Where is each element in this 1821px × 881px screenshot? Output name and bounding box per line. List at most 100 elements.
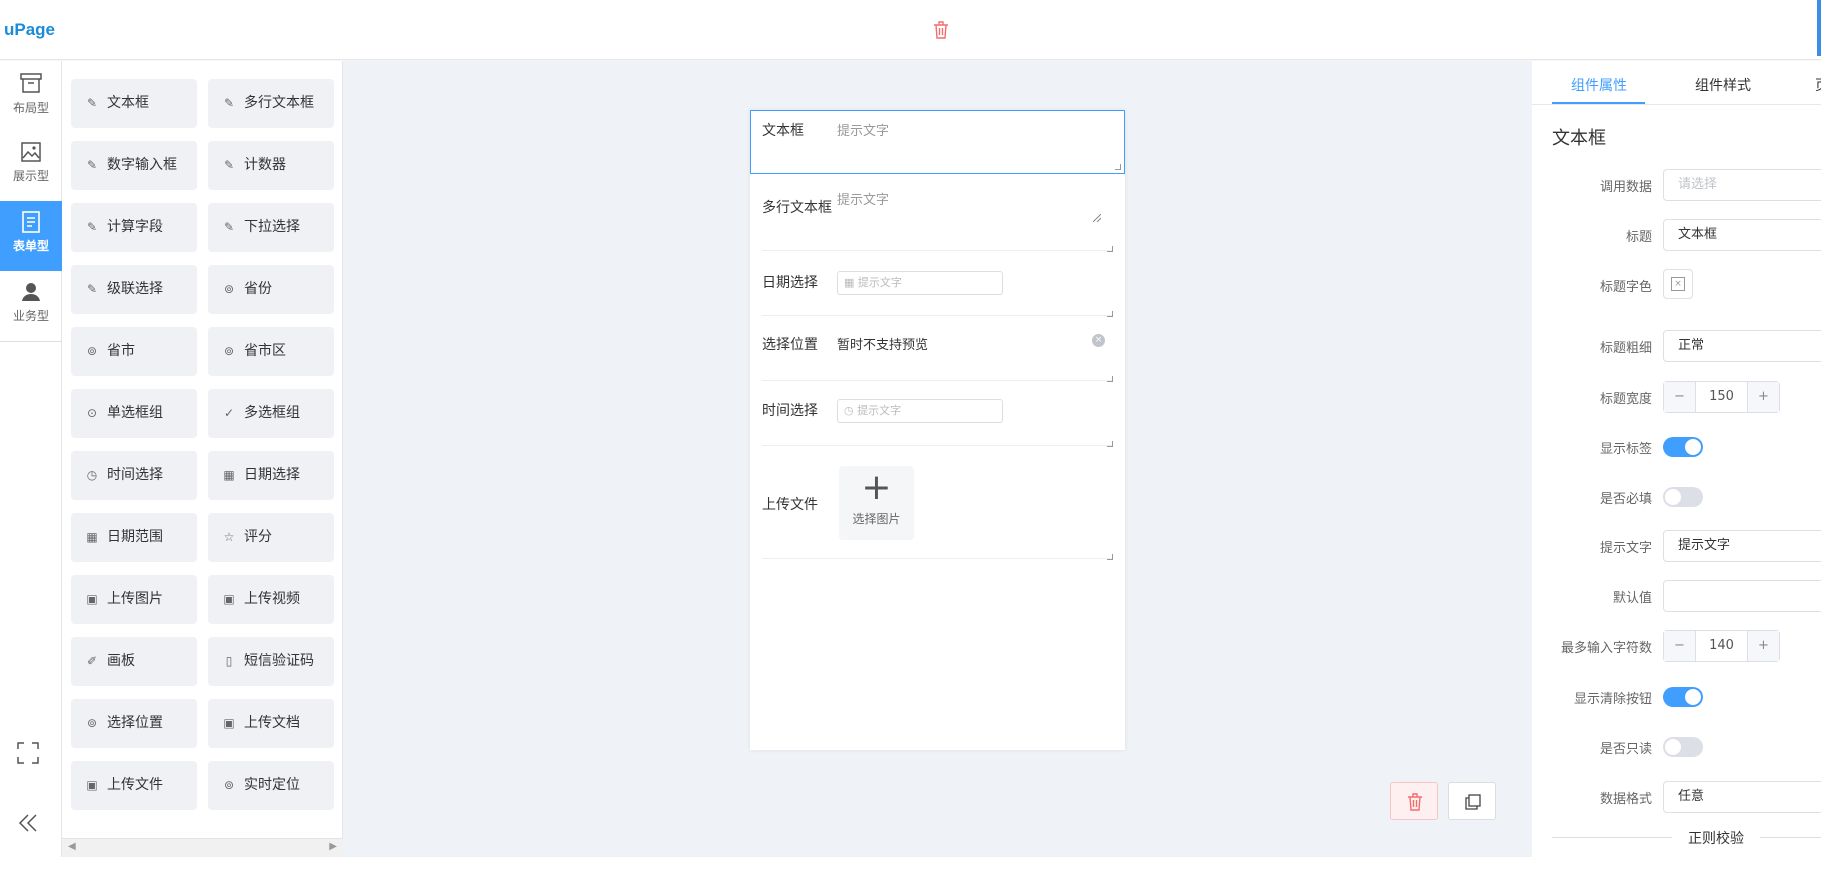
decrement-button[interactable]: − — [1664, 631, 1696, 661]
prop-data-source: 调用数据 请选择 — [1532, 169, 1821, 201]
tab-component-props[interactable]: 组件属性 — [1571, 75, 1627, 95]
image-icon: ▣ — [86, 778, 98, 792]
data-source-select[interactable]: 请选择 — [1663, 169, 1821, 201]
nav-form[interactable]: 表单型 — [0, 201, 62, 271]
fullscreen-icon[interactable] — [16, 741, 40, 765]
form-row-textarea[interactable]: 多行文本框 提示文字 — [762, 174, 1113, 252]
field-placeholder[interactable]: 提示文字 — [837, 120, 889, 139]
field-placeholder[interactable]: 提示文字 — [837, 189, 889, 208]
nav-divider — [0, 341, 62, 342]
category-nav: 布局型 展示型 表单型 业务型 — [0, 61, 62, 857]
clear-icon[interactable]: × — [1092, 334, 1105, 347]
default-value-input[interactable] — [1663, 580, 1821, 612]
increment-button[interactable]: + — [1747, 382, 1779, 412]
palette-item-upload-image[interactable]: ▣ 上传图片 — [71, 575, 197, 624]
palette-item-canvas[interactable]: ✐ 画板 — [71, 637, 197, 686]
palette-item-live-location[interactable]: ⊚ 实时定位 — [208, 761, 334, 810]
data-format-select[interactable]: 任意 — [1663, 781, 1821, 813]
picture-icon — [21, 142, 41, 162]
palette-item-number[interactable]: ✎ 数字输入框 — [71, 141, 197, 190]
title-weight-select[interactable]: 正常 — [1663, 330, 1821, 362]
resize-handle[interactable] — [1107, 554, 1113, 560]
decrement-button[interactable]: − — [1664, 382, 1696, 412]
nav-layout[interactable]: 布局型 — [0, 61, 62, 131]
time-input[interactable]: ◷ 提示文字 — [837, 399, 1003, 423]
copy-button[interactable] — [1448, 782, 1496, 820]
title-color-picker[interactable]: × — [1663, 269, 1693, 299]
palette-item-textarea[interactable]: ✎ 多行文本框 — [208, 79, 334, 128]
star-icon: ☆ — [223, 530, 235, 544]
phone-icon: ▯ — [225, 654, 233, 668]
calendar-icon: ▦ — [844, 276, 855, 289]
field-label: 时间选择 — [762, 403, 818, 419]
empty-color-icon: × — [1671, 277, 1685, 291]
regex-section-divider: 正则校验 — [1552, 828, 1821, 848]
palette-item-upload-doc[interactable]: ▣ 上传文档 — [208, 699, 334, 748]
form-row-date[interactable]: 日期选择 ▦ 提示文字 — [762, 251, 1113, 317]
map-pin-icon: ⊚ — [86, 716, 98, 730]
palette-item-radio-group[interactable]: ⊙ 单选框组 — [71, 389, 197, 438]
palette-item-checkbox-group[interactable]: ✓ 多选框组 — [208, 389, 334, 438]
increment-button[interactable]: + — [1747, 631, 1779, 661]
date-input[interactable]: ▦ 提示文字 — [837, 271, 1003, 295]
field-label: 日期选择 — [762, 275, 818, 291]
prop-default: 默认值 — [1532, 580, 1821, 612]
palette-item-province[interactable]: ⊚ 省份 — [208, 265, 334, 314]
scroll-left-icon[interactable]: ◀ — [68, 841, 76, 852]
textarea-resize-icon[interactable] — [1093, 214, 1101, 222]
palette-item-sms-code[interactable]: ▯ 短信验证码 — [208, 637, 334, 686]
form-row-time[interactable]: 时间选择 ◷ 提示文字 — [762, 381, 1113, 447]
regex-section-title: 正则校验 — [1672, 828, 1760, 848]
palette-item-select[interactable]: ✎ 下拉选择 — [208, 203, 334, 252]
form-row-location[interactable]: 选择位置 暂时不支持预览 × — [762, 316, 1113, 382]
top-scroll-indicator — [1817, 0, 1821, 56]
readonly-toggle[interactable] — [1663, 737, 1703, 757]
image-icon: ▣ — [223, 592, 235, 606]
palette-item-upload-file[interactable]: ▣ 上传文件 — [71, 761, 197, 810]
placeholder-input[interactable]: 提示文字 — [1663, 530, 1821, 562]
palette-item-province-city[interactable]: ⊚ 省市 — [71, 327, 197, 376]
palette-item-time[interactable]: ◷ 时间选择 — [71, 451, 197, 500]
resize-handle[interactable] — [1115, 164, 1121, 170]
palette-item-upload-video[interactable]: ▣ 上传视频 — [208, 575, 334, 624]
tab-component-style[interactable]: 组件样式 — [1695, 75, 1751, 95]
plus-icon: + — [861, 467, 892, 508]
radio-icon: ⊙ — [86, 406, 98, 420]
show-label-toggle[interactable] — [1663, 437, 1703, 457]
form-row-upload[interactable]: 上传文件 + 选择图片 — [762, 446, 1113, 560]
palette-item-calc[interactable]: ✎ 计算字段 — [71, 203, 197, 252]
trash-icon[interactable] — [932, 20, 950, 40]
upload-button[interactable]: + 选择图片 — [839, 466, 914, 540]
collapse-icon[interactable] — [16, 811, 40, 835]
show-clear-toggle[interactable] — [1663, 687, 1703, 707]
field-label: 文本框 — [762, 123, 804, 139]
palette-item-textbox[interactable]: ✎ 文本框 — [71, 79, 197, 128]
prop-show-clear: 显示清除按钮 — [1532, 681, 1821, 713]
nav-business[interactable]: 业务型 — [0, 271, 62, 341]
image-icon: ▣ — [223, 716, 235, 730]
scroll-right-icon[interactable]: ▶ — [329, 841, 337, 852]
design-canvas: 文本框 提示文字 多行文本框 提示文字 日期选择 ▦ 提示文字 选择位置 暂时不… — [343, 61, 1532, 857]
palette-scrollbar[interactable]: ◀ ▶ — [62, 838, 343, 857]
app-logo[interactable]: uPage — [4, 20, 55, 40]
top-bar: uPage — [0, 0, 1821, 60]
form-row-textbox[interactable]: 文本框 提示文字 — [750, 110, 1125, 174]
nav-business-label: 业务型 — [12, 309, 49, 323]
palette-item-counter[interactable]: ✎ 计数器 — [208, 141, 334, 190]
palette-item-pick-location[interactable]: ⊚ 选择位置 — [71, 699, 197, 748]
palette-item-date[interactable]: ▦ 日期选择 — [208, 451, 334, 500]
palette-item-date-range[interactable]: ▦ 日期范围 — [71, 513, 197, 562]
title-input[interactable]: 文本框 — [1663, 219, 1821, 251]
field-label: 多行文本框 — [762, 200, 832, 216]
palette-item-province-city-district[interactable]: ⊚ 省市区 — [208, 327, 334, 376]
required-toggle[interactable] — [1663, 487, 1703, 507]
palette-item-rating[interactable]: ☆ 评分 — [208, 513, 334, 562]
title-width-stepper: − 150 + — [1663, 381, 1780, 413]
nav-display[interactable]: 展示型 — [0, 131, 62, 201]
trash-icon — [1408, 793, 1422, 811]
tab-page[interactable]: 页 — [1815, 75, 1821, 95]
prop-title-weight: 标题粗细 正常 — [1532, 330, 1821, 362]
palette-item-cascader[interactable]: ✎ 级联选择 — [71, 265, 197, 314]
check-circle-icon: ✓ — [223, 406, 235, 420]
delete-button[interactable] — [1390, 782, 1438, 820]
